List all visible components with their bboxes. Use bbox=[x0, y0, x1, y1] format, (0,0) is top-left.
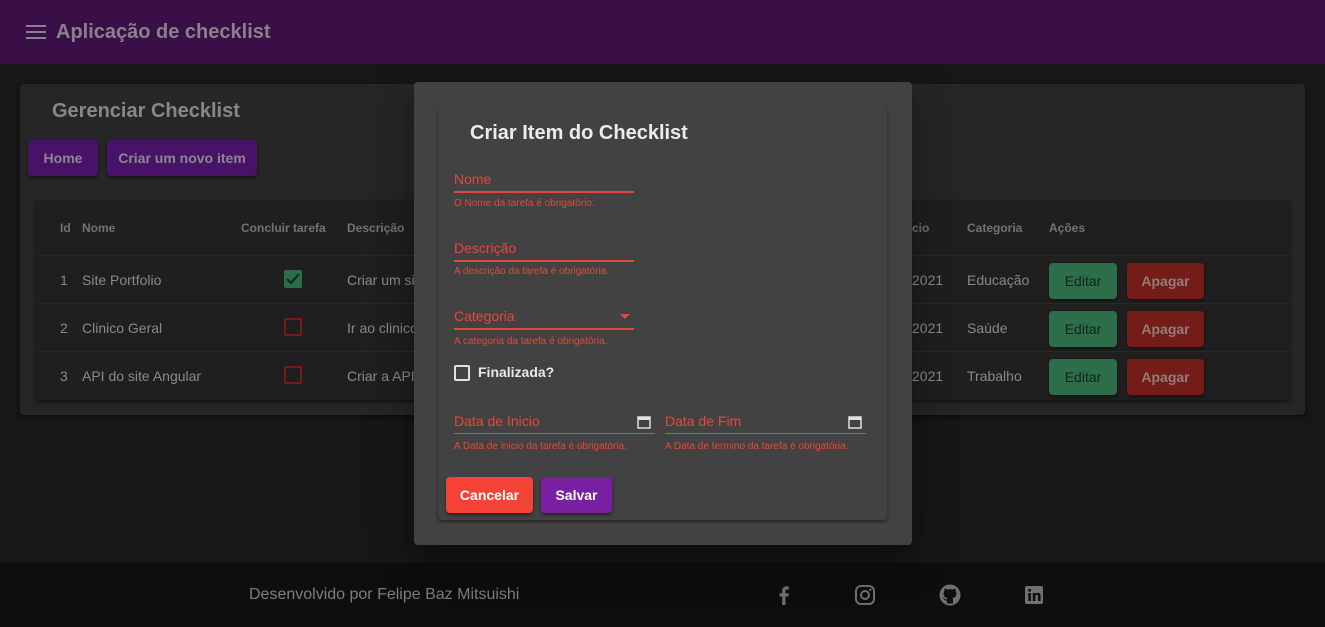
save-button[interactable]: Salvar bbox=[541, 477, 612, 513]
create-item-dialog: Criar Item do Checklist Nome O Nome da t… bbox=[414, 82, 912, 545]
end-date-underline bbox=[665, 433, 866, 434]
finished-label: Finalizada? bbox=[478, 364, 555, 380]
start-date-underline bbox=[454, 433, 655, 434]
calendar-icon[interactable] bbox=[637, 415, 651, 429]
category-field-underline bbox=[454, 328, 634, 330]
description-field-underline bbox=[454, 260, 634, 262]
description-error: A descrição da tarefa é obrigatória. bbox=[454, 266, 610, 277]
end-date-error: A Data de termino da tarefa é obrigatóri… bbox=[665, 441, 849, 452]
name-field[interactable]: Nome bbox=[454, 171, 491, 187]
dialog-title: Criar Item do Checklist bbox=[470, 122, 688, 144]
cancel-button[interactable]: Cancelar bbox=[446, 477, 533, 513]
description-field[interactable]: Descrição bbox=[454, 240, 516, 256]
calendar-icon[interactable] bbox=[848, 415, 862, 429]
name-field-underline bbox=[454, 191, 634, 193]
name-error: O Nome da tarefa é obrigatório. bbox=[454, 198, 595, 209]
finished-checkbox[interactable] bbox=[454, 365, 470, 381]
start-date-field[interactable]: Data de Inicio bbox=[454, 413, 540, 429]
category-error: A categoria da tarefa é obrigatória. bbox=[454, 336, 608, 347]
category-select[interactable]: Categoria bbox=[454, 308, 515, 324]
end-date-field[interactable]: Data de Fim bbox=[665, 413, 741, 429]
start-date-error: A Data de inicio da tarefa é obrigatória… bbox=[454, 441, 627, 452]
create-item-form: Criar Item do Checklist Nome O Nome da t… bbox=[438, 106, 887, 520]
chevron-down-icon[interactable] bbox=[620, 314, 630, 319]
